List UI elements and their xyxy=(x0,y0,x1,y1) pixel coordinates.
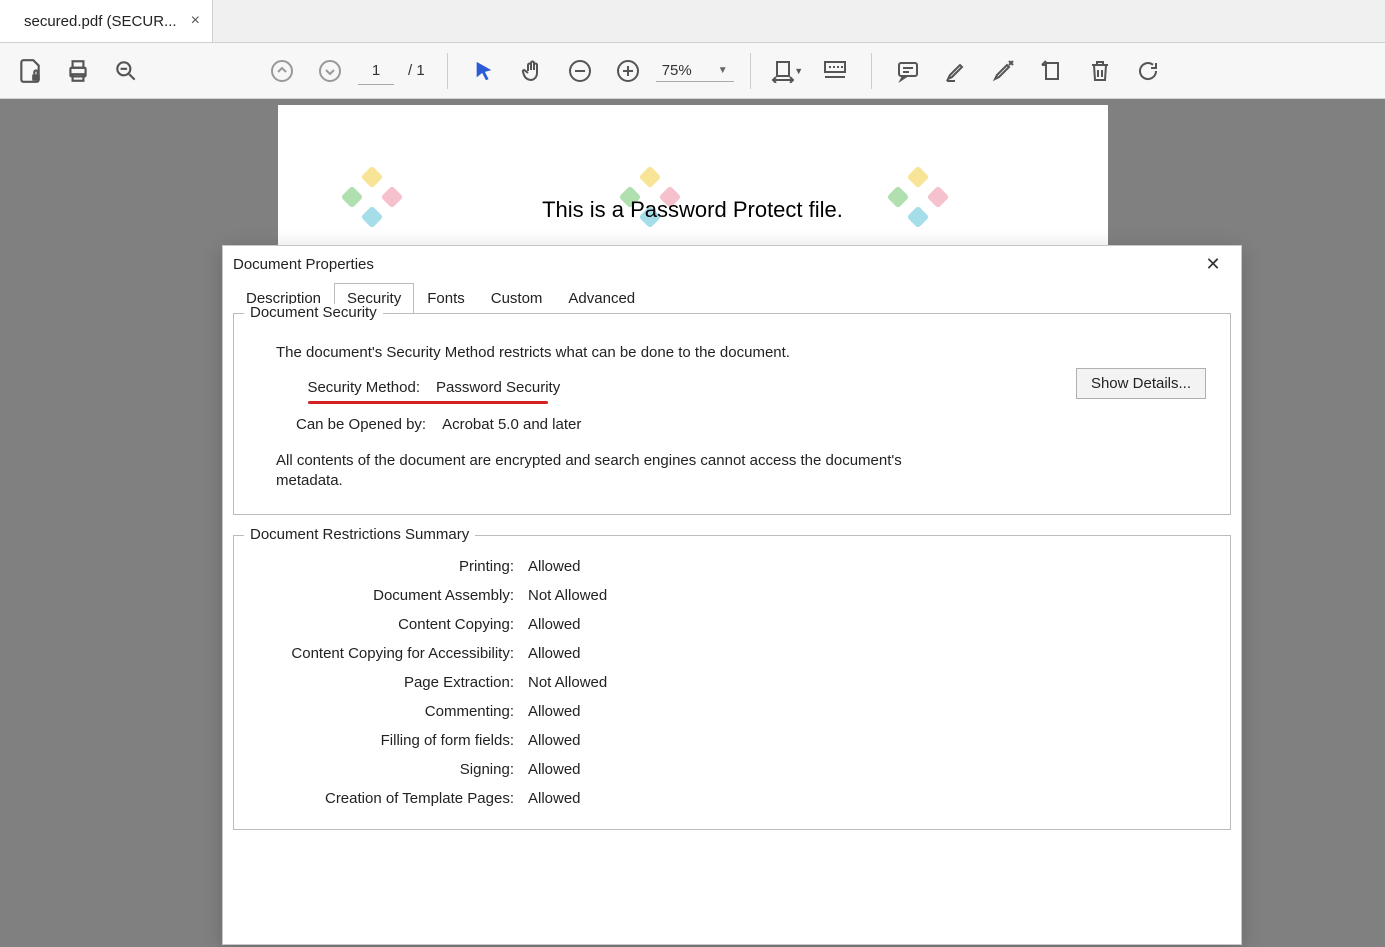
security-method-label: Security Method: xyxy=(296,379,420,396)
toolbar-separator xyxy=(871,53,872,89)
secure-file-icon[interactable] xyxy=(10,51,50,91)
tab-fonts[interactable]: Fonts xyxy=(414,283,478,314)
chevron-down-icon: ▼ xyxy=(794,66,803,76)
document-tab[interactable]: secured.pdf (SECUR... × xyxy=(0,0,213,42)
show-details-button[interactable]: Show Details... xyxy=(1076,368,1206,399)
restriction-value: Allowed xyxy=(528,645,1208,662)
restrictions-table: Printing: Allowed Document Assembly: Not… xyxy=(264,558,1208,807)
group-legend: Document Restrictions Summary xyxy=(244,526,475,543)
rotate-page-icon[interactable] xyxy=(1032,51,1072,91)
restriction-value: Allowed xyxy=(528,761,1208,778)
restriction-label: Printing: xyxy=(264,558,514,575)
close-tab-icon[interactable]: × xyxy=(191,12,200,30)
document-tabbar: secured.pdf (SECUR... × xyxy=(0,0,1385,43)
page-up-icon[interactable] xyxy=(262,51,302,91)
opened-by-value: Acrobat 5.0 and later xyxy=(442,416,581,433)
comment-icon[interactable] xyxy=(888,51,928,91)
pointer-tool-icon[interactable] xyxy=(464,51,504,91)
opened-by-label: Can be Opened by: xyxy=(296,416,426,433)
tab-advanced[interactable]: Advanced xyxy=(555,283,648,314)
print-icon[interactable] xyxy=(58,51,98,91)
dialog-titlebar[interactable]: Document Properties ✕ xyxy=(223,246,1241,282)
close-icon[interactable]: ✕ xyxy=(1199,254,1227,275)
restriction-label: Creation of Template Pages: xyxy=(264,790,514,807)
restriction-label: Page Extraction: xyxy=(264,674,514,691)
restriction-label: Content Copying for Accessibility: xyxy=(264,645,514,662)
dialog-title: Document Properties xyxy=(233,256,374,273)
highlight-icon[interactable] xyxy=(936,51,976,91)
restriction-label: Signing: xyxy=(264,761,514,778)
document-body-text: This is a Password Protect file. xyxy=(278,197,1108,223)
page-number-input[interactable] xyxy=(358,57,394,85)
restriction-value: Not Allowed xyxy=(528,674,1208,691)
restriction-value: Not Allowed xyxy=(528,587,1208,604)
erase-icon[interactable] xyxy=(984,51,1024,91)
highlight-underline xyxy=(308,401,548,404)
delete-icon[interactable] xyxy=(1080,51,1120,91)
chevron-down-icon: ▼ xyxy=(718,65,728,76)
security-description: The document's Security Method restricts… xyxy=(276,344,1208,361)
main-toolbar: / 1 75% ▼ ▼ xyxy=(0,43,1385,99)
rotate-view-icon[interactable] xyxy=(1128,51,1168,91)
search-icon[interactable] xyxy=(106,51,146,91)
security-method-value: Password Security xyxy=(436,379,560,396)
restriction-value: Allowed xyxy=(528,558,1208,575)
restrictions-group: Document Restrictions Summary Printing: … xyxy=(233,535,1231,830)
restriction-label: Commenting: xyxy=(264,703,514,720)
fit-width-icon[interactable]: ▼ xyxy=(767,51,807,91)
restriction-value: Allowed xyxy=(528,616,1208,633)
toolbar-separator xyxy=(447,53,448,89)
tab-custom[interactable]: Custom xyxy=(478,283,556,314)
restriction-label: Content Copying: xyxy=(264,616,514,633)
tab-title: secured.pdf (SECUR... xyxy=(24,13,177,30)
security-note: All contents of the document are encrypt… xyxy=(276,451,916,492)
zoom-value: 75% xyxy=(662,62,692,79)
hand-tool-icon[interactable] xyxy=(512,51,552,91)
page-down-icon[interactable] xyxy=(310,51,350,91)
toolbar-separator xyxy=(750,53,751,89)
zoom-out-icon[interactable] xyxy=(560,51,600,91)
zoom-in-icon[interactable] xyxy=(608,51,648,91)
restriction-value: Allowed xyxy=(528,703,1208,720)
restriction-value: Allowed xyxy=(528,790,1208,807)
restriction-value: Allowed xyxy=(528,732,1208,749)
page-total-label: / 1 xyxy=(402,62,431,79)
typewriter-tool-icon[interactable] xyxy=(815,51,855,91)
document-properties-dialog: Document Properties ✕ Description Securi… xyxy=(222,245,1242,945)
zoom-level-dropdown[interactable]: 75% ▼ xyxy=(656,60,734,82)
dialog-body: Document Security The document's Securit… xyxy=(223,313,1241,944)
group-legend: Document Security xyxy=(244,304,383,321)
restriction-label: Filling of form fields: xyxy=(264,732,514,749)
restriction-label: Document Assembly: xyxy=(264,587,514,604)
document-security-group: Document Security The document's Securit… xyxy=(233,313,1231,515)
